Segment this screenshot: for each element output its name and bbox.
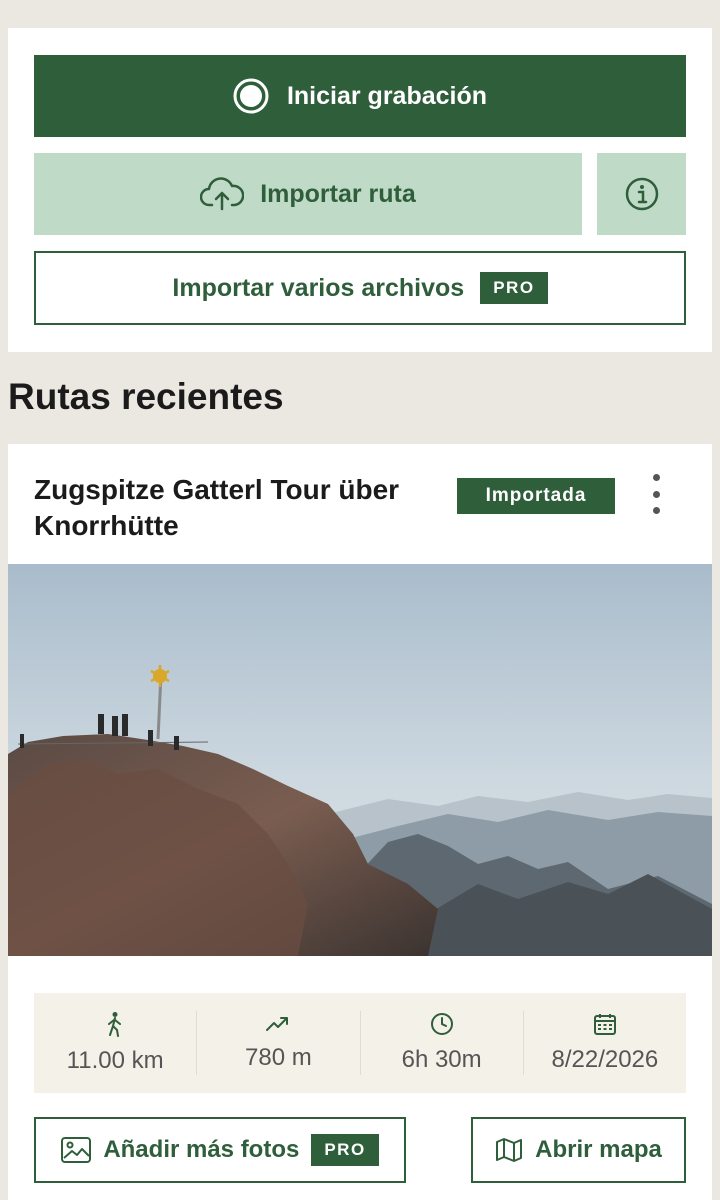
info-icon — [625, 177, 658, 211]
section-title: Rutas recientes — [8, 376, 284, 417]
route-card[interactable]: Zugspitze Gatterl Tour über Knorrhütte I… — [8, 444, 712, 1200]
walking-icon — [108, 1012, 122, 1037]
pro-badge: PRO — [311, 1134, 379, 1166]
stat-value: 8/22/2026 — [551, 1046, 659, 1073]
import-multiple-files-button[interactable]: Importar varios archivos PRO — [34, 251, 686, 325]
stat-date: 8/22/2026 — [524, 1011, 686, 1075]
start-recording-label: Iniciar grabación — [286, 81, 488, 110]
cloud-upload-icon — [200, 177, 245, 211]
status-badge: Importada — [457, 478, 615, 514]
import-route-button[interactable]: Importar ruta — [34, 153, 582, 235]
route-title: Zugspitze Gatterl Tour über Knorrhütte — [34, 474, 400, 541]
stat-distance: 11.00 km — [34, 1011, 198, 1075]
image-icon — [61, 1137, 92, 1163]
record-icon — [233, 78, 269, 114]
start-recording-button[interactable]: Iniciar grabación — [34, 55, 686, 137]
calendar-icon — [593, 1014, 616, 1035]
trending-up-icon — [266, 1017, 289, 1031]
open-map-label: Abrir mapa — [535, 1136, 662, 1163]
import-route-label: Importar ruta — [260, 179, 416, 208]
import-multiple-label: Importar varios archivos — [172, 273, 465, 302]
stat-value: 6h 30m — [401, 1046, 482, 1073]
route-stats: 11.00 km 780 m 6h 30m 8/22/2026 — [34, 993, 686, 1093]
stat-elevation: 780 m — [197, 1011, 361, 1075]
add-photos-label: Añadir más fotos — [103, 1136, 300, 1163]
stat-value: 780 m — [245, 1044, 312, 1071]
map-icon — [496, 1138, 523, 1162]
pro-badge: PRO — [480, 272, 548, 304]
open-map-button[interactable]: Abrir mapa — [471, 1117, 686, 1183]
more-options-icon[interactable] — [644, 474, 668, 514]
clock-icon — [430, 1013, 453, 1035]
info-button[interactable] — [597, 153, 686, 235]
add-photos-button[interactable]: Añadir más fotos PRO — [34, 1117, 406, 1183]
action-card: Iniciar grabación Importar ruta Importar… — [8, 28, 712, 352]
route-photo — [8, 564, 712, 956]
stat-value: 11.00 km — [66, 1047, 164, 1074]
stat-duration: 6h 30m — [361, 1011, 524, 1075]
